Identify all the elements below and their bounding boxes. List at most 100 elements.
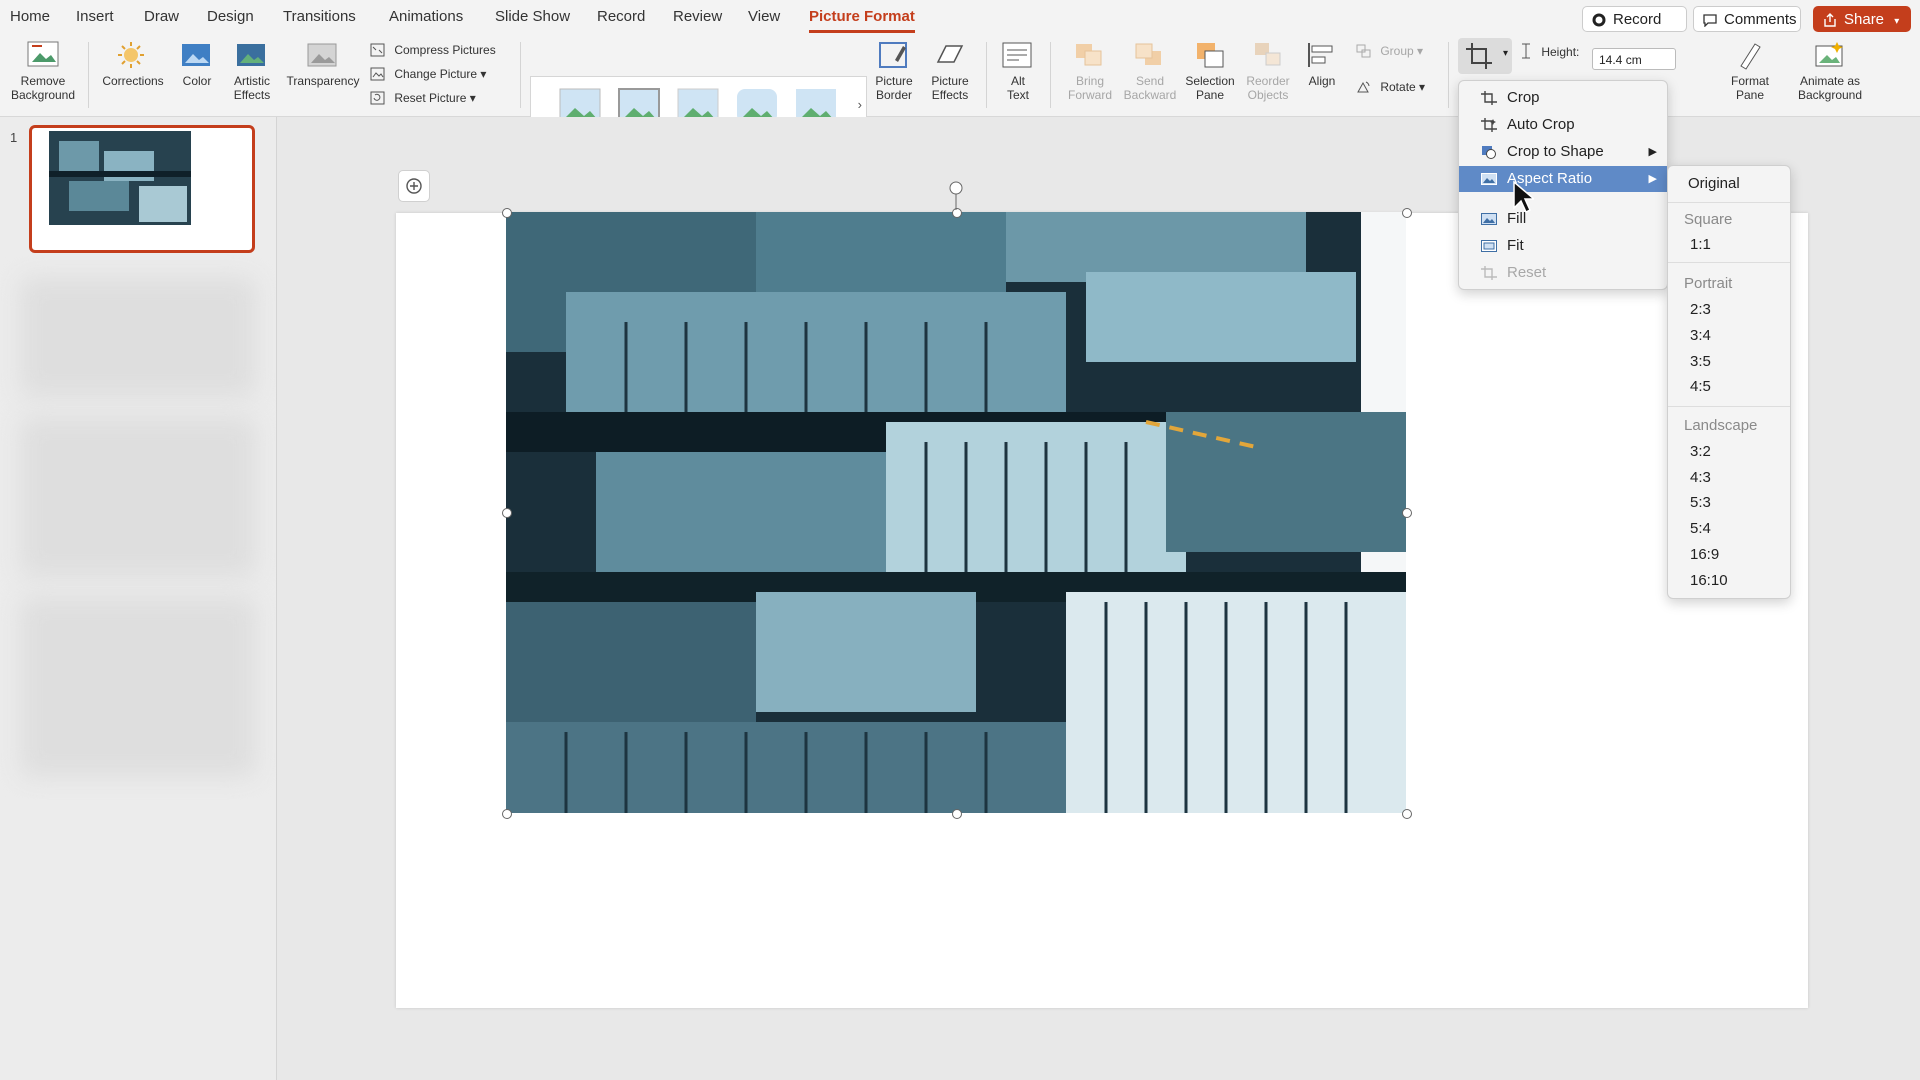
reorder-objects-button[interactable]: Reorder Objects bbox=[1238, 34, 1298, 102]
color-button[interactable]: Color bbox=[172, 34, 222, 88]
record-dot-icon bbox=[1592, 13, 1606, 27]
share-button[interactable]: Share ▾ bbox=[1813, 6, 1911, 32]
change-picture-button[interactable]: Change Picture ▾ bbox=[370, 67, 486, 81]
auto-crop-icon bbox=[1481, 118, 1497, 132]
designer-ideas-button[interactable] bbox=[398, 170, 430, 202]
send-backward-label-1: Send bbox=[1135, 74, 1165, 88]
selection-pane-label-1: Selection bbox=[1185, 74, 1235, 88]
aspect-ratio-submenu: Original Square 1:1 Portrait 2:3 3:4 3:5… bbox=[1667, 165, 1791, 599]
menu-item-fit[interactable]: Fit bbox=[1459, 233, 1667, 259]
gallery-more-chevron-icon[interactable]: › bbox=[858, 97, 862, 112]
rotate-button[interactable]: Rotate ▾ bbox=[1356, 80, 1425, 94]
height-input[interactable]: 14.4 cm bbox=[1592, 48, 1676, 70]
selection-pane-button[interactable]: Selection Pane bbox=[1180, 34, 1240, 102]
align-button[interactable]: Align bbox=[1298, 34, 1346, 88]
menu-item-auto-crop[interactable]: Auto Crop bbox=[1459, 112, 1667, 138]
color-picture-icon bbox=[182, 44, 210, 66]
transparency-button[interactable]: Transparency bbox=[282, 34, 364, 88]
resize-handle[interactable] bbox=[952, 809, 962, 819]
reset-icon bbox=[1481, 266, 1497, 280]
tab-picture-format[interactable]: Picture Format bbox=[809, 8, 915, 33]
submenu-arrow-icon: ▶ bbox=[1648, 173, 1657, 185]
crop-icon bbox=[1466, 43, 1492, 69]
slide-thumbnail-1[interactable] bbox=[29, 125, 255, 253]
menu-item-crop[interactable]: Crop bbox=[1459, 85, 1667, 111]
artistic-effects-button[interactable]: Artistic Effects bbox=[226, 34, 278, 102]
height-icon bbox=[1522, 43, 1530, 59]
tab-view[interactable]: View bbox=[748, 8, 780, 25]
menu-item-fill[interactable]: Fill bbox=[1459, 206, 1667, 232]
building-photo[interactable] bbox=[506, 212, 1406, 813]
pen-border-icon bbox=[879, 42, 907, 68]
menu-item-aspect-ratio[interactable]: Aspect Ratio ▶ bbox=[1459, 166, 1667, 192]
crop-dropdown-chevron-icon[interactable]: ▾ bbox=[1503, 48, 1508, 59]
send-backward-button[interactable]: Send Backward bbox=[1118, 34, 1182, 102]
tab-home[interactable]: Home bbox=[10, 8, 50, 25]
selection-pane-label-2: Pane bbox=[1195, 88, 1225, 102]
aspect-4-3[interactable]: 4:3 bbox=[1668, 466, 1790, 490]
aspect-5-4[interactable]: 5:4 bbox=[1668, 517, 1790, 541]
share-button-label: Share bbox=[1844, 11, 1885, 28]
picture-effects-button[interactable]: Picture Effects bbox=[924, 34, 976, 102]
tab-design[interactable]: Design bbox=[207, 8, 254, 25]
resize-handle[interactable] bbox=[502, 208, 512, 218]
resize-handle[interactable] bbox=[502, 508, 512, 518]
alt-text-label-2: Text bbox=[1006, 88, 1029, 102]
menu-item-auto-crop-label: Auto Crop bbox=[1507, 116, 1575, 133]
aspect-16-9[interactable]: 16:9 bbox=[1668, 543, 1790, 567]
format-pane-label-2: Pane bbox=[1735, 88, 1765, 102]
ribbon-separator bbox=[1448, 42, 1449, 108]
aspect-3-2[interactable]: 3:2 bbox=[1668, 440, 1790, 464]
aspect-2-3[interactable]: 2:3 bbox=[1668, 298, 1790, 322]
menu-separator bbox=[1668, 202, 1790, 203]
group-button[interactable]: Group ▾ bbox=[1356, 44, 1423, 58]
blurred-area bbox=[20, 417, 256, 577]
comments-button[interactable]: Comments bbox=[1693, 6, 1801, 32]
aspect-1-1[interactable]: 1:1 bbox=[1668, 233, 1790, 257]
slide-thumbnail-pane bbox=[0, 117, 277, 1080]
aspect-16-10[interactable]: 16:10 bbox=[1668, 569, 1790, 593]
remove-background-icon bbox=[27, 41, 59, 67]
rotate-label: Rotate bbox=[1380, 80, 1416, 94]
tab-insert[interactable]: Insert bbox=[76, 8, 114, 25]
rotate-handle-icon[interactable] bbox=[948, 180, 964, 210]
tab-draw[interactable]: Draw bbox=[144, 8, 179, 25]
crop-split-button[interactable]: ▾ bbox=[1458, 38, 1512, 74]
aspect-3-4[interactable]: 3:4 bbox=[1668, 324, 1790, 348]
artistic-effects-icon bbox=[237, 44, 265, 66]
menu-item-crop-to-shape[interactable]: Crop to Shape ▶ bbox=[1459, 139, 1667, 165]
format-pane-icon bbox=[1740, 43, 1761, 70]
tab-review[interactable]: Review bbox=[673, 8, 722, 25]
resize-handle[interactable] bbox=[1402, 208, 1412, 218]
aspect-4-5[interactable]: 4:5 bbox=[1668, 375, 1790, 399]
remove-background-button[interactable]: Remove Background bbox=[6, 34, 80, 102]
artistic-effects-label-2: Effects bbox=[233, 88, 271, 102]
tab-transitions[interactable]: Transitions bbox=[283, 8, 356, 25]
bring-forward-button[interactable]: Bring Forward bbox=[1058, 34, 1122, 102]
corrections-button[interactable]: Corrections bbox=[98, 34, 168, 88]
resize-handle[interactable] bbox=[1402, 508, 1412, 518]
aspect-3-5[interactable]: 3:5 bbox=[1668, 350, 1790, 374]
tab-record[interactable]: Record bbox=[597, 8, 645, 25]
sun-icon bbox=[118, 42, 144, 68]
picture-border-button[interactable]: Picture Border bbox=[868, 34, 920, 102]
alt-text-button[interactable]: Alt Text bbox=[996, 34, 1040, 102]
reset-picture-button[interactable]: Reset Picture ▾ bbox=[370, 91, 476, 105]
compress-pictures-button[interactable]: Compress Pictures bbox=[370, 43, 496, 57]
animate-as-background-button[interactable]: Animate as Background bbox=[1790, 34, 1870, 102]
record-button[interactable]: Record bbox=[1582, 6, 1687, 32]
resize-handle[interactable] bbox=[502, 809, 512, 819]
aspect-5-3[interactable]: 5:3 bbox=[1668, 491, 1790, 515]
menu-item-reset[interactable]: Reset bbox=[1459, 260, 1667, 286]
aspect-original[interactable]: Original bbox=[1668, 172, 1790, 196]
ribbon-separator bbox=[520, 42, 521, 108]
submenu-arrow-icon: ▶ bbox=[1648, 146, 1657, 158]
animate-background-icon bbox=[1815, 42, 1843, 67]
format-pane-button[interactable]: Format Pane bbox=[1726, 34, 1774, 102]
record-button-label: Record bbox=[1613, 11, 1662, 28]
blurred-area bbox=[20, 597, 256, 777]
resize-handle[interactable] bbox=[1402, 809, 1412, 819]
tab-slide-show[interactable]: Slide Show bbox=[495, 8, 570, 25]
fit-icon bbox=[1481, 240, 1497, 252]
tab-animations[interactable]: Animations bbox=[389, 8, 463, 25]
